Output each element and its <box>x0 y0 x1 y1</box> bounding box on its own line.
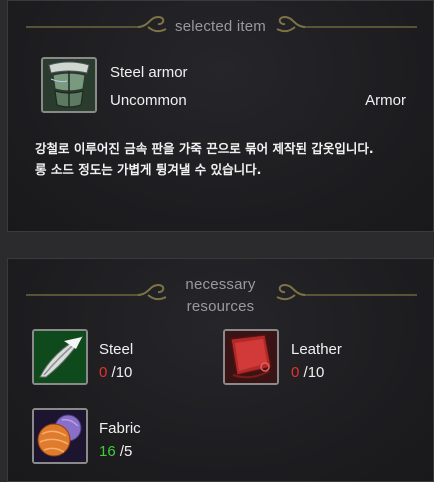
resources-title-line: necessary <box>185 276 256 293</box>
resources-title: necessary resources <box>8 274 433 318</box>
resource-required: 5 <box>124 443 133 460</box>
item-description-line: 롱 소드 정도는 가볍게 튕겨낼 수 있습니다. <box>35 162 262 177</box>
resource-required: 10 <box>307 364 325 381</box>
item-rarity: Uncommon <box>110 92 187 109</box>
fabric-icon[interactable] <box>32 408 88 464</box>
resource-owned: 16 <box>99 443 116 460</box>
section-header-ornament: selected item <box>8 9 433 39</box>
item-name: Steel armor <box>110 64 188 81</box>
selected-item-title: selected item <box>175 18 266 35</box>
item-description-line: 강철로 이루어진 금속 판을 가죽 끈으로 묶어 제작된 갑옷입니다. <box>35 141 374 156</box>
leather-icon[interactable] <box>223 329 279 385</box>
resource-name: Leather <box>291 341 342 358</box>
selected-item-panel: selected item Steel armor Uncommon Armor… <box>7 0 434 232</box>
resource-count: 16 /5 <box>99 443 132 460</box>
resource-count: 0 /10 <box>291 364 324 381</box>
steel-armor-icon[interactable] <box>41 57 97 113</box>
necessary-resources-panel: necessary resources Steel 0 /10 Leather … <box>7 258 434 482</box>
resource-owned: 0 <box>291 364 300 381</box>
resource-count: 0 /10 <box>99 364 132 381</box>
resource-required: 10 <box>115 364 133 381</box>
resource-owned: 0 <box>99 364 108 381</box>
resources-title-line: resources <box>186 298 255 315</box>
item-description: 강철로 이루어진 금속 판을 가죽 끈으로 묶어 제작된 갑옷입니다. 롱 소드… <box>35 138 425 180</box>
resource-name: Steel <box>99 341 134 358</box>
resource-name: Fabric <box>99 420 141 437</box>
steel-icon[interactable] <box>32 329 88 385</box>
item-type: Armor <box>365 92 406 109</box>
